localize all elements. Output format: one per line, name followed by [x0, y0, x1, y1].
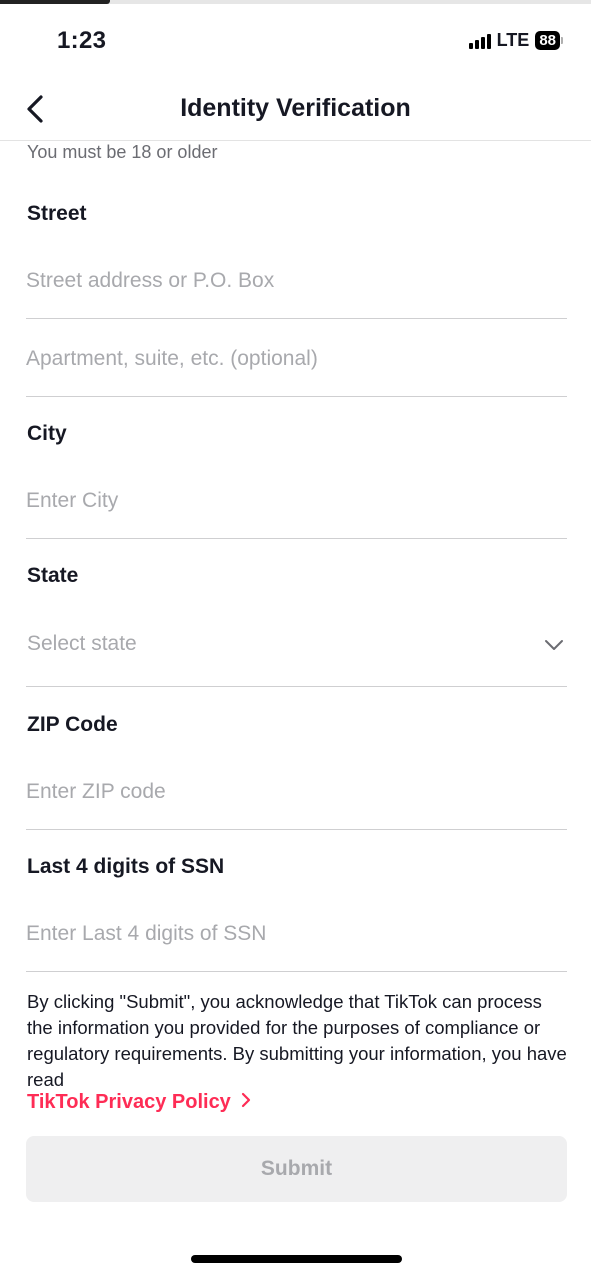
- state-select-placeholder: Select state: [27, 632, 137, 655]
- privacy-policy-link-label: TikTok Privacy Policy: [27, 1091, 231, 1113]
- status-indicators: LTE 88: [468, 30, 563, 51]
- chevron-down-icon: [545, 640, 563, 650]
- zip-label: ZIP Code: [27, 713, 118, 736]
- state-select[interactable]: Select state: [26, 606, 567, 687]
- network-type: LTE: [496, 30, 530, 50]
- battery-icon: 88: [535, 31, 563, 50]
- battery-level: 88: [535, 31, 560, 50]
- submit-button[interactable]: Submit: [26, 1136, 567, 1202]
- state-label: State: [27, 564, 79, 587]
- street-line2-input[interactable]: [26, 322, 567, 397]
- city-input[interactable]: [26, 464, 567, 539]
- city-label: City: [27, 422, 67, 445]
- privacy-policy-link[interactable]: TikTok Privacy Policy: [27, 1091, 253, 1114]
- street-label: Street: [27, 202, 87, 225]
- consent-disclaimer: By clicking "Submit", you acknowledge th…: [27, 991, 567, 1090]
- signal-icon: [468, 33, 491, 49]
- ssn-label: Last 4 digits of SSN: [27, 855, 225, 878]
- ssn-input[interactable]: [26, 897, 567, 972]
- page-title: Identity Verification: [180, 94, 411, 122]
- zip-input[interactable]: [26, 755, 567, 830]
- nav-bar: Identity Verification: [0, 84, 591, 141]
- home-indicator: [191, 1255, 402, 1263]
- chevron-right-icon: [242, 1092, 251, 1108]
- age-requirement-note: You must be 18 or older: [27, 142, 218, 162]
- street-line1-input[interactable]: [26, 244, 567, 319]
- status-bar: 1:23 LTE 88: [0, 0, 591, 84]
- status-time: 1:23: [57, 27, 107, 54]
